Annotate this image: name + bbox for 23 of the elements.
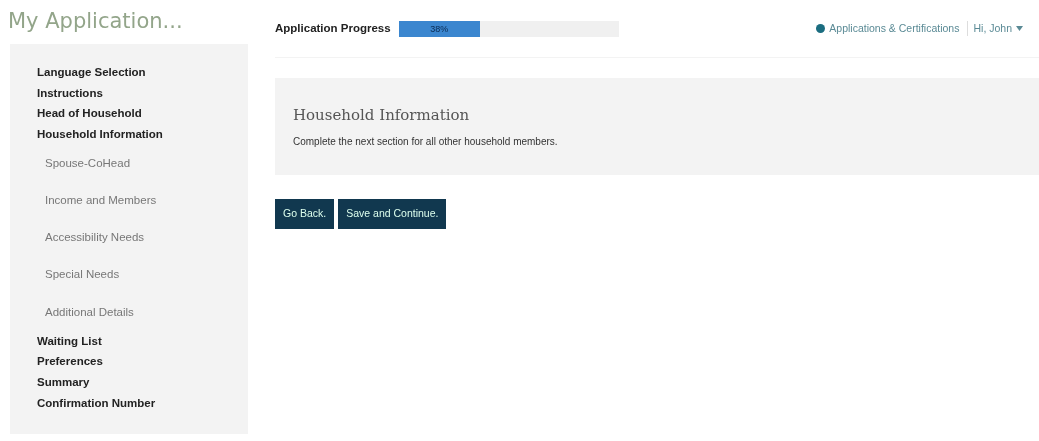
sidebar-item[interactable]: Head of Household [37,103,234,124]
progress-fill: 38% [398,20,481,37]
sidebar-item[interactable]: Instructions [37,82,234,104]
caret-icon [1016,26,1023,31]
user-menu[interactable]: Hi, John [967,20,1012,37]
sidebar-subitem[interactable]: Additional Details [37,293,234,331]
section-text: Complete the next section for all other household members. [293,135,559,149]
nav-link[interactable]: Applications & Certifications [829,20,960,37]
sidebar-item[interactable]: Preferences [37,351,234,373]
sidebar-subitem[interactable]: Accessibility Needs [37,219,234,257]
progress-label: Application Progress [275,20,391,36]
save-continue-button[interactable]: Save and Continue. [338,199,447,229]
sidebar-item[interactable]: Confirmation Number [37,392,234,414]
app-title: My Application... [7,8,184,35]
sidebar-item[interactable]: Household Information [37,123,234,145]
back-button[interactable]: Go Back. [275,199,335,229]
sidebar-subitem[interactable]: Income and Members [37,181,234,220]
sidebar-item[interactable]: Summary [37,372,234,393]
section-title: Household Information [293,106,471,124]
sidebar-item[interactable]: Language Selection [37,62,234,83]
sidebar-subitem[interactable]: Spouse-CoHead [37,144,234,182]
sidebar-subitem[interactable]: Special Needs [37,256,234,294]
sidebar-item[interactable]: Waiting List [37,330,234,352]
